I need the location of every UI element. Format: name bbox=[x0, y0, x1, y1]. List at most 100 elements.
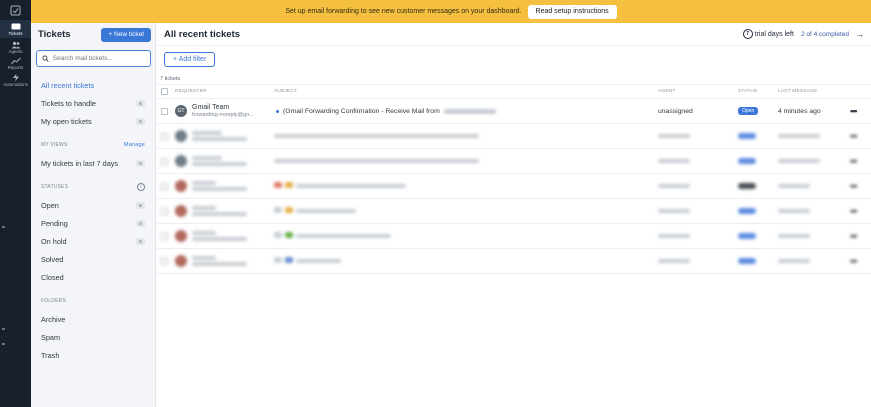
read-setup-instructions-button[interactable]: Read setup instructions bbox=[527, 4, 617, 19]
status-badge: Open bbox=[738, 107, 759, 115]
count-badge: 0 bbox=[136, 219, 145, 227]
sidebar-item-label: Open bbox=[41, 200, 59, 210]
row-actions-cell: ••• bbox=[850, 98, 871, 124]
more-options-icon[interactable]: ••• bbox=[850, 181, 858, 191]
table-header-row: REQUESTER SUBJECT AGENT STATUS LAST MESS… bbox=[157, 84, 871, 99]
more-options-icon[interactable]: ••• bbox=[850, 256, 858, 266]
sidebar-item-label: Archive bbox=[41, 314, 66, 324]
banner-text: Set up email forwarding to see new custo… bbox=[285, 8, 522, 15]
sidebar-item-label: My open tickets bbox=[41, 116, 92, 126]
tickets-table: REQUESTER SUBJECT AGENT STATUS LAST MESS… bbox=[157, 84, 871, 274]
onboarding-progress: 2 of 4 completed bbox=[800, 30, 849, 38]
setup-banner: Set up email forwarding to see new custo… bbox=[31, 0, 871, 23]
more-options-icon[interactable]: ••• bbox=[850, 231, 858, 241]
manage-views-link[interactable]: Manage bbox=[124, 142, 145, 148]
count-badge: 0 bbox=[136, 159, 145, 167]
more-options-icon[interactable]: ••• bbox=[850, 206, 858, 216]
filter-row: + Add filter bbox=[157, 46, 871, 73]
unread-dot-icon bbox=[276, 109, 279, 113]
row-checkbox[interactable] bbox=[161, 157, 168, 165]
sidebar-item-pending[interactable]: Pending 0 bbox=[31, 214, 155, 232]
status-cell: Open bbox=[738, 98, 778, 124]
tickets-sidebar: Tickets + New ticket All recent tickets … bbox=[31, 23, 156, 407]
sidebar-item-spam[interactable]: Spam bbox=[31, 328, 155, 346]
column-header-agent[interactable]: AGENT bbox=[658, 84, 738, 99]
row-checkbox[interactable] bbox=[161, 257, 168, 265]
sidebar-item-on-hold[interactable]: On hold 0 bbox=[31, 232, 155, 250]
sidebar-item-my-tickets-last-7-days[interactable]: My tickets in last 7 days 0 bbox=[31, 154, 155, 172]
search-icon bbox=[42, 55, 49, 62]
add-filter-button[interactable]: + Add filter bbox=[164, 52, 216, 67]
sidebar-item-closed[interactable]: Closed bbox=[31, 268, 155, 286]
last-message-cell: 4 minutes ago bbox=[778, 98, 850, 124]
more-options-icon[interactable]: ••• bbox=[850, 106, 858, 116]
rail-label: Agents bbox=[8, 49, 23, 54]
sidebar-item-label: Trash bbox=[41, 350, 60, 360]
arrow-right-icon[interactable]: → bbox=[855, 29, 864, 39]
sidebar-item-all-recent-tickets[interactable]: All recent tickets bbox=[31, 76, 155, 94]
chart-line-icon bbox=[10, 57, 21, 65]
table-row[interactable]: ••• bbox=[157, 198, 871, 224]
sidebar-title: Tickets bbox=[38, 29, 71, 40]
rail-marker bbox=[2, 226, 5, 228]
sidebar-item-label: My tickets in last 7 days bbox=[41, 158, 119, 168]
row-checkbox[interactable] bbox=[161, 107, 168, 115]
column-header-last-message[interactable]: LAST MESSAGE bbox=[778, 84, 850, 99]
row-checkbox[interactable] bbox=[161, 207, 168, 215]
table-row[interactable]: ••• bbox=[157, 223, 871, 249]
sidebar-item-solved[interactable]: Solved bbox=[31, 250, 155, 268]
sidebar-item-open[interactable]: Open 6 bbox=[31, 196, 155, 214]
rail-item-agents[interactable]: Agents bbox=[0, 38, 31, 54]
avatar: GT bbox=[175, 105, 187, 117]
inbox-icon bbox=[10, 5, 21, 15]
column-header-actions bbox=[850, 84, 871, 99]
new-ticket-button[interactable]: + New ticket bbox=[101, 27, 151, 42]
rail-item-automations[interactable]: Automations bbox=[0, 70, 31, 87]
page-title: All recent tickets bbox=[164, 28, 241, 40]
my-views-header: MY VIEWS Manage bbox=[31, 136, 155, 154]
column-header-requester[interactable]: REQUESTER bbox=[175, 84, 274, 99]
table-row[interactable]: ••• bbox=[157, 173, 871, 199]
tickets-main: All recent tickets 7 trial days left 2 o… bbox=[157, 23, 871, 407]
section-label: FOLDERS bbox=[41, 298, 67, 304]
column-header-subject[interactable]: SUBJECT bbox=[274, 84, 658, 99]
statuses-header: STATUSES i bbox=[31, 178, 155, 196]
trial-status[interactable]: 7 trial days left 2 of 4 completed → bbox=[742, 29, 864, 39]
requester-cell: GT Gmail Team forwarding-noreply@go... bbox=[175, 98, 274, 124]
trial-days-badge: 7 bbox=[742, 29, 753, 39]
ticket-count: 7 tickets bbox=[160, 75, 181, 82]
row-checkbox[interactable] bbox=[161, 182, 168, 190]
info-icon[interactable]: i bbox=[137, 183, 145, 191]
left-rail: Tickets Agents Reports Automations bbox=[0, 0, 31, 407]
sidebar-item-tickets-to-handle[interactable]: Tickets to handle 6 bbox=[31, 94, 155, 112]
folders-header: FOLDERS bbox=[31, 292, 155, 310]
select-all-checkbox[interactable] bbox=[161, 88, 168, 95]
count-badge: 6 bbox=[136, 201, 145, 209]
column-header-status[interactable]: STATUS bbox=[738, 84, 778, 99]
subject-cell: (Gmail Forwarding Confirmation - Receive… bbox=[274, 98, 658, 124]
table-row[interactable]: GT Gmail Team forwarding-noreply@go... (… bbox=[157, 98, 871, 124]
rail-label: Reports bbox=[7, 65, 24, 70]
sidebar-item-trash[interactable]: Trash bbox=[31, 346, 155, 364]
table-row[interactable]: ••• bbox=[157, 148, 871, 174]
table-row[interactable]: ••• bbox=[157, 248, 871, 274]
sidebar-header: Tickets + New ticket bbox=[31, 23, 155, 46]
ticket-icon bbox=[11, 23, 20, 30]
search-input[interactable] bbox=[52, 55, 145, 62]
rail-item-tickets[interactable]: Tickets bbox=[0, 20, 31, 38]
search-box[interactable] bbox=[36, 50, 151, 67]
sidebar-item-label: All recent tickets bbox=[41, 80, 95, 90]
subject-text: (Gmail Forwarding Confirmation - Receive… bbox=[283, 107, 440, 115]
more-options-icon[interactable]: ••• bbox=[850, 156, 858, 166]
sidebar-item-my-open-tickets[interactable]: My open tickets 0 bbox=[31, 112, 155, 130]
rail-item-reports[interactable]: Reports bbox=[0, 54, 31, 70]
row-checkbox[interactable] bbox=[161, 132, 168, 140]
sidebar-item-archive[interactable]: Archive bbox=[31, 310, 155, 328]
sidebar-item-label: On hold bbox=[41, 236, 67, 246]
table-row[interactable]: ••• bbox=[157, 123, 871, 149]
agents-icon bbox=[11, 41, 20, 49]
more-options-icon[interactable]: ••• bbox=[850, 131, 858, 141]
rail-home[interactable] bbox=[0, 0, 31, 20]
count-badge: 0 bbox=[136, 117, 145, 125]
row-checkbox[interactable] bbox=[161, 232, 168, 240]
